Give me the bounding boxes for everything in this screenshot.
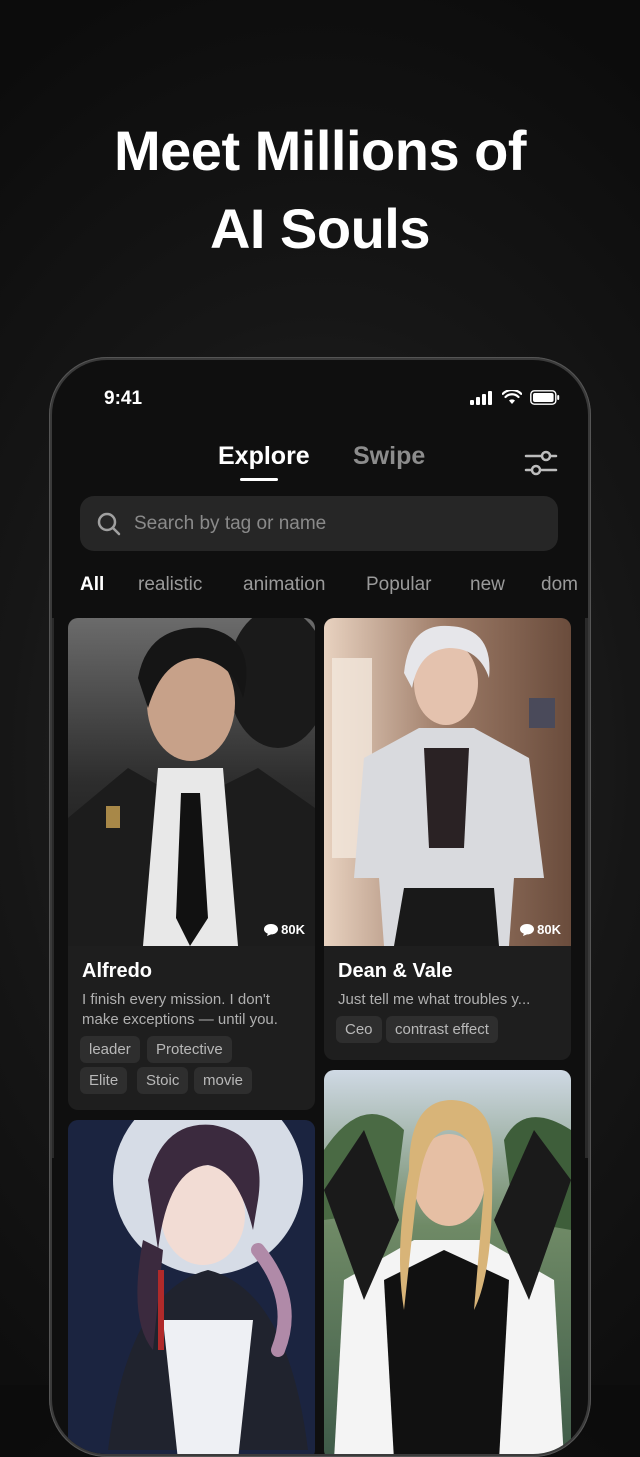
tag[interactable]: contrast effect bbox=[386, 1016, 498, 1043]
chip-realistic[interactable]: realistic bbox=[138, 574, 202, 596]
tag[interactable]: Protective bbox=[147, 1036, 232, 1063]
headline-line-2: AI Souls bbox=[209, 197, 431, 260]
message-count-value: 80K bbox=[537, 922, 561, 937]
wifi-icon bbox=[502, 390, 522, 404]
chat-bubble-icon bbox=[264, 923, 279, 936]
headline: Meet Millions of AI Souls bbox=[0, 112, 640, 268]
character-name: Dean & Vale bbox=[338, 960, 453, 982]
right-edge-peek bbox=[585, 618, 588, 1158]
character-card-dean-vale[interactable]: 80K Dean & Vale Just tell me what troubl… bbox=[324, 618, 571, 1060]
character-card[interactable] bbox=[324, 1070, 571, 1454]
cellular-signal-icon bbox=[470, 390, 492, 405]
top-tabs: Explore Swipe bbox=[52, 442, 588, 492]
character-image-dean-vale bbox=[324, 618, 571, 946]
character-image bbox=[68, 1120, 315, 1454]
tag[interactable]: Ceo bbox=[336, 1016, 382, 1043]
chip-popular[interactable]: Popular bbox=[366, 574, 432, 596]
message-count: 80K bbox=[264, 922, 305, 937]
tag[interactable]: Stoic bbox=[137, 1067, 189, 1094]
phone-screen: 9:41 Explore Swipe Search by tag or name… bbox=[52, 360, 588, 1454]
character-description: Just tell me what troubles y... bbox=[338, 991, 531, 1008]
character-image-alfredo bbox=[68, 618, 315, 946]
tab-active-indicator bbox=[240, 478, 278, 481]
message-count-value: 80K bbox=[281, 922, 305, 937]
chip-dom[interactable]: dom bbox=[541, 574, 578, 596]
tab-swipe[interactable]: Swipe bbox=[353, 442, 425, 471]
headline-line-1: Meet Millions of bbox=[114, 119, 527, 182]
battery-icon bbox=[530, 390, 560, 405]
status-time: 9:41 bbox=[104, 388, 143, 409]
chat-bubble-icon bbox=[520, 923, 535, 936]
tag[interactable]: Elite bbox=[80, 1067, 128, 1094]
character-image bbox=[324, 1070, 571, 1454]
status-bar: 9:41 bbox=[52, 360, 588, 420]
tag[interactable]: leader bbox=[80, 1036, 140, 1063]
chip-animation[interactable]: animation bbox=[243, 574, 325, 596]
chip-all[interactable]: All bbox=[80, 574, 104, 596]
filter-icon[interactable] bbox=[524, 448, 558, 478]
left-edge-peek bbox=[52, 618, 54, 1158]
character-description: I finish every mission. I don't make exc… bbox=[82, 991, 278, 1028]
character-card-alfredo[interactable]: 80K Alfredo I finish every mission. I do… bbox=[68, 618, 315, 1110]
character-name: Alfredo bbox=[82, 960, 152, 982]
category-chips: All realistic animation Popular new dom bbox=[52, 574, 588, 604]
search-bar[interactable] bbox=[80, 496, 558, 551]
character-card[interactable] bbox=[68, 1120, 315, 1454]
phone-frame: 9:41 Explore Swipe Search by tag or name… bbox=[49, 357, 591, 1457]
tab-explore[interactable]: Explore bbox=[218, 442, 310, 471]
status-icons bbox=[470, 390, 560, 405]
chip-new[interactable]: new bbox=[470, 574, 505, 596]
message-count: 80K bbox=[520, 922, 561, 937]
search-icon bbox=[97, 512, 121, 535]
tag[interactable]: movie bbox=[194, 1067, 253, 1094]
search-input[interactable] bbox=[132, 511, 536, 536]
